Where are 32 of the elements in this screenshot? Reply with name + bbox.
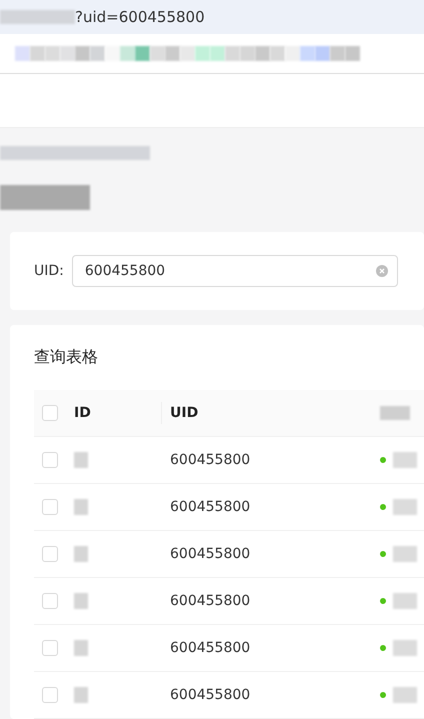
- row-checkbox[interactable]: [42, 546, 58, 562]
- redacted-text: [393, 546, 417, 562]
- select-all-checkbox[interactable]: [42, 405, 58, 421]
- table-cell-text: 600455800: [170, 593, 252, 609]
- redacted-text: [74, 687, 88, 703]
- clear-icon[interactable]: [376, 264, 388, 277]
- uid-label: UID:: [34, 262, 64, 279]
- redacted-text: [74, 452, 88, 468]
- address-url[interactable]: ?uid=600455800: [75, 8, 205, 26]
- redacted-text: [74, 546, 88, 562]
- column-header: ID: [74, 404, 92, 423]
- redacted-text: [74, 499, 88, 515]
- redacted-text: [393, 452, 417, 468]
- redacted-text: [393, 640, 417, 656]
- table-cell-text: 600455800: [170, 640, 252, 656]
- redacted-text: [393, 499, 417, 515]
- table-title: 查询表格: [34, 347, 99, 368]
- table-cell-text: 600455800: [170, 499, 252, 515]
- table-cell-text: 600455800: [170, 452, 252, 468]
- row-checkbox[interactable]: [42, 640, 58, 656]
- table-cell-text: 600455800: [170, 687, 252, 703]
- row-checkbox[interactable]: [42, 687, 58, 703]
- uid-field[interactable]: 600455800: [72, 254, 398, 287]
- redacted-text: [74, 640, 88, 656]
- table-cell-text: 600455800: [170, 546, 252, 562]
- redacted-text: [74, 593, 88, 609]
- row-checkbox[interactable]: [42, 499, 58, 515]
- redacted-text: [393, 593, 417, 609]
- row-checkbox[interactable]: [42, 593, 58, 609]
- redacted-text: [380, 406, 410, 420]
- row-checkbox[interactable]: [42, 452, 58, 468]
- redacted-text: [393, 687, 417, 703]
